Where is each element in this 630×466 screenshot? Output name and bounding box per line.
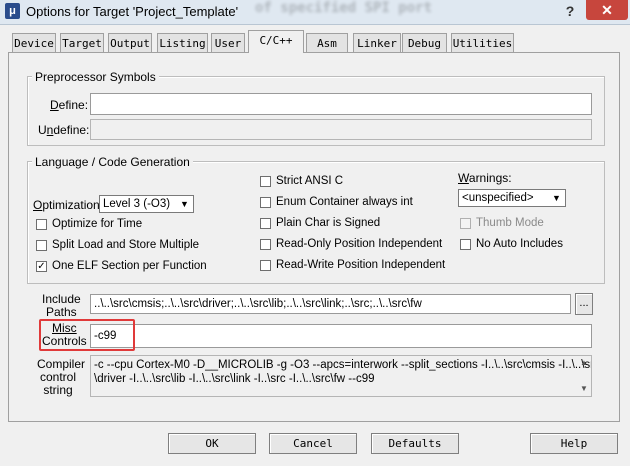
compiler-string-field: -c --cpu Cortex-M0 -D__MICROLIB -g -O3 -… (90, 355, 592, 397)
window-title: Options for Target 'Project_Template' (26, 4, 239, 19)
include-paths-input[interactable]: ..\..\src\cmsis;..\..\src\driver;..\..\s… (90, 294, 571, 314)
split-load-label: Split Load and Store Multiple (52, 239, 200, 251)
optimize-time-checkbox[interactable] (36, 219, 47, 230)
optimization-select[interactable]: Level 3 (-O3) ▼ (99, 195, 194, 213)
plain-char-label: Plain Char is Signed (276, 217, 381, 229)
one-elf-checkbox[interactable]: ✓ (36, 261, 47, 272)
tab-device[interactable]: Device (12, 33, 56, 52)
ok-button[interactable]: OK (168, 433, 256, 454)
undefine-label: Undefine: (38, 123, 90, 137)
rwpi-checkbox[interactable] (260, 260, 271, 271)
enum-container-checkbox[interactable] (260, 197, 271, 208)
strict-ansi-checkbox[interactable] (260, 176, 271, 187)
no-auto-includes-checkbox[interactable] (460, 239, 471, 250)
language-title: Language / Code Generation (32, 155, 193, 169)
optimization-label: Optimization: (33, 198, 104, 212)
chevron-down-icon: ▼ (180, 199, 189, 209)
defaults-button[interactable]: Defaults (371, 433, 459, 454)
app-icon: μ (5, 3, 20, 19)
red-highlight-box (39, 319, 135, 351)
misc-controls-input[interactable]: -c99 (90, 324, 592, 348)
close-button[interactable]: ✕ (586, 0, 628, 20)
compiler-string-label: Compiler control string (37, 358, 85, 397)
no-auto-includes-label: No Auto Includes (476, 238, 563, 250)
strict-ansi-label: Strict ANSI C (276, 175, 344, 187)
scroll-down-icon[interactable]: ▼ (578, 383, 590, 395)
define-input[interactable] (90, 93, 592, 115)
undefine-input (90, 119, 592, 140)
scroll-up-icon[interactable]: ▲ (578, 357, 590, 369)
tab-debug[interactable]: Debug (402, 33, 447, 52)
cancel-button[interactable]: Cancel (269, 433, 357, 454)
ropi-checkbox[interactable] (260, 239, 271, 250)
background-window-text: of specified SPI port (255, 0, 433, 16)
warnings-select[interactable]: <unspecified> ▼ (458, 189, 566, 207)
tab-user[interactable]: User (211, 33, 245, 52)
warnings-label: Warnings: (458, 171, 512, 185)
one-elf-label: One ELF Section per Function (52, 260, 207, 272)
include-browse-button[interactable]: ... (575, 293, 593, 315)
include-label-line2: Paths (46, 305, 77, 319)
tab-linker[interactable]: Linker (353, 33, 401, 52)
tab-listing[interactable]: Listing (157, 33, 208, 52)
define-label: Define: (50, 98, 89, 112)
thumb-mode-checkbox (460, 218, 471, 229)
warnings-value: <unspecified> (462, 192, 534, 204)
compiler-string-line1: -c --cpu Cortex-M0 -D__MICROLIB -g -O3 -… (94, 359, 592, 371)
split-load-checkbox[interactable] (36, 240, 47, 251)
checkmark-icon: ✓ (37, 261, 46, 272)
tab-output[interactable]: Output (108, 33, 152, 52)
optimization-value: Level 3 (-O3) (103, 198, 171, 210)
thumb-mode-label: Thumb Mode (476, 217, 544, 229)
tab-target[interactable]: Target (60, 33, 104, 52)
tab-utilities[interactable]: Utilities (451, 33, 514, 52)
rwpi-label: Read-Write Position Independent (276, 259, 446, 271)
ropi-label: Read-Only Position Independent (276, 238, 443, 250)
optimize-time-label: Optimize for Time (52, 218, 143, 230)
help-icon[interactable]: ? (560, 1, 580, 21)
plain-char-checkbox[interactable] (260, 218, 271, 229)
compiler-string-line2: \driver -I..\..\src\lib -I..\..\src\link… (94, 373, 375, 385)
tab-asm[interactable]: Asm (306, 33, 348, 52)
enum-container-label: Enum Container always int (276, 196, 413, 208)
include-paths-label: Include Paths (42, 293, 81, 319)
chevron-down-icon: ▼ (552, 193, 561, 203)
compiler-label-line3: string (43, 383, 73, 397)
help-button[interactable]: Help (530, 433, 618, 454)
preprocessor-title: Preprocessor Symbols (32, 70, 159, 84)
tab-c-cpp[interactable]: C/C++ (248, 30, 304, 53)
